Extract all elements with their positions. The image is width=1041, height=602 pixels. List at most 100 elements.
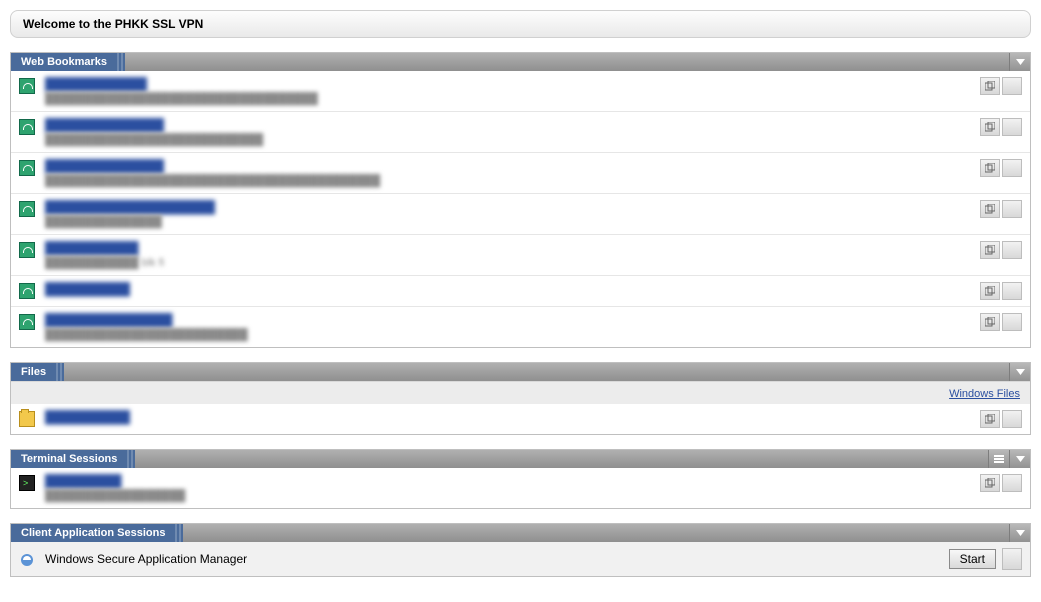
windows-files-link[interactable]: Windows Files [949, 388, 1020, 400]
panel-menu-button[interactable] [1009, 363, 1030, 381]
bookmark-description: ███████████████ [45, 216, 162, 228]
header-spacer [64, 363, 1009, 381]
app-extra-button[interactable] [1002, 548, 1022, 570]
row-actions [980, 410, 1022, 428]
list-item: ████████████████████████████████████████… [11, 152, 1030, 193]
panel-title: Files [11, 363, 56, 381]
item-text: ██████████ [45, 282, 980, 296]
bookmark-link[interactable]: ████████████████████ [45, 200, 215, 214]
list-item: ██████████ [11, 404, 1030, 434]
item-extra-button[interactable] [1002, 282, 1022, 300]
panel-list-button[interactable] [988, 450, 1009, 468]
panel-title: Web Bookmarks [11, 53, 117, 71]
row-actions [980, 474, 1022, 492]
open-new-window-button[interactable] [980, 200, 1000, 218]
item-text: ████████████████████████████████████████… [45, 313, 980, 341]
open-new-window-button[interactable] [980, 282, 1000, 300]
item-text: ████████████████████████████████████████… [45, 77, 980, 105]
start-button[interactable]: Start [949, 549, 996, 569]
list-item: ██████████ [11, 275, 1030, 306]
open-new-window-button[interactable] [980, 313, 1000, 331]
terminal-list: ███████████████████████████ [11, 468, 1030, 508]
bookmark-description: ███████████████████████████████████ [45, 93, 318, 105]
bookmark-description: ████████████████████████████ [45, 134, 263, 146]
bookmark-link[interactable]: █████████ [45, 474, 122, 488]
panel-menu-button[interactable] [1009, 450, 1030, 468]
bookmark-link[interactable]: ███████████ [45, 241, 139, 255]
web-icon [19, 314, 35, 330]
header-stripe-decor [127, 450, 135, 468]
item-extra-button[interactable] [1002, 118, 1022, 136]
item-text: ████████████████████████████████████████… [45, 159, 980, 187]
header-stripe-decor [56, 363, 64, 381]
item-text: ███████████████████████████ [45, 474, 980, 502]
web-icon [19, 201, 35, 217]
row-actions [980, 118, 1022, 136]
client-apps-header: Client Application Sessions [11, 524, 1030, 542]
item-extra-button[interactable] [1002, 313, 1022, 331]
bookmark-link[interactable]: ██████████████ [45, 159, 164, 173]
open-new-window-button[interactable] [980, 241, 1000, 259]
item-extra-button[interactable] [1002, 159, 1022, 177]
row-actions [980, 282, 1022, 300]
item-extra-button[interactable] [1002, 241, 1022, 259]
list-item: ████████████████████████████████████████… [11, 71, 1030, 111]
item-text: ███████████████████████████████████ [45, 200, 980, 228]
item-extra-button[interactable] [1002, 474, 1022, 492]
open-new-window-button[interactable] [980, 410, 1000, 428]
web-icon [19, 283, 35, 299]
item-extra-button[interactable] [1002, 77, 1022, 95]
row-actions [980, 200, 1022, 218]
open-new-window-button[interactable] [980, 77, 1000, 95]
terminal-panel: Terminal Sessions ██████████████████████… [10, 449, 1031, 509]
item-extra-button[interactable] [1002, 200, 1022, 218]
header-stripe-decor [117, 53, 125, 71]
list-item: ███████████ ████████████ blk fi [11, 234, 1030, 275]
row-actions [980, 159, 1022, 177]
header-spacer [183, 524, 1009, 542]
files-sub-bar: Windows Files [11, 381, 1030, 404]
web-icon [19, 242, 35, 258]
bookmark-description: ████████████ blk fi [45, 257, 164, 269]
app-row: Windows Secure Application Manager Start [11, 542, 1030, 576]
open-new-window-button[interactable] [980, 118, 1000, 136]
panel-menu-button[interactable] [1009, 524, 1030, 542]
panel-title: Terminal Sessions [11, 450, 127, 468]
list-item: ████████████████████████████████████████… [11, 111, 1030, 152]
row-actions [980, 313, 1022, 331]
bookmark-link[interactable]: ████████████ [45, 77, 147, 91]
folder-icon [19, 411, 35, 427]
web-icon [19, 78, 35, 94]
web-icon [19, 160, 35, 176]
header-spacer [125, 53, 1009, 71]
application-icon [19, 552, 35, 568]
app-name: Windows Secure Application Manager [45, 552, 949, 566]
terminal-header: Terminal Sessions [11, 450, 1030, 468]
item-text: ███████████ ████████████ blk fi [45, 241, 980, 269]
web-icon [19, 119, 35, 135]
panel-menu-button[interactable] [1009, 53, 1030, 71]
bookmark-link[interactable]: ██████████ [45, 282, 130, 296]
bookmark-link[interactable]: ██████████████ [45, 118, 164, 132]
term-icon [19, 475, 35, 491]
panel-title: Client Application Sessions [11, 524, 175, 542]
bookmark-description: ██████████████████████████ [45, 329, 248, 341]
bookmark-description: ████████████████████████████████████████… [45, 175, 380, 187]
item-text: ████████████████████████████████████████… [45, 118, 980, 146]
open-new-window-button[interactable] [980, 474, 1000, 492]
web-bookmarks-header: Web Bookmarks [11, 53, 1030, 71]
bookmark-description: ██████████████████ [45, 490, 185, 502]
bookmark-link[interactable]: ██████████ [45, 410, 130, 424]
row-actions [980, 241, 1022, 259]
web-bookmarks-list: ████████████████████████████████████████… [11, 71, 1030, 347]
files-list: ██████████ [11, 404, 1030, 434]
files-panel: Files Windows Files ██████████ [10, 362, 1031, 435]
header-stripe-decor [175, 524, 183, 542]
item-extra-button[interactable] [1002, 410, 1022, 428]
bookmark-link[interactable]: ███████████████ [45, 313, 173, 327]
header-spacer [135, 450, 988, 468]
list-item: ████████████████████████████████████████… [11, 306, 1030, 347]
list-item: ███████████████████████████ [11, 468, 1030, 508]
open-new-window-button[interactable] [980, 159, 1000, 177]
web-bookmarks-panel: Web Bookmarks ██████████████████████████… [10, 52, 1031, 348]
